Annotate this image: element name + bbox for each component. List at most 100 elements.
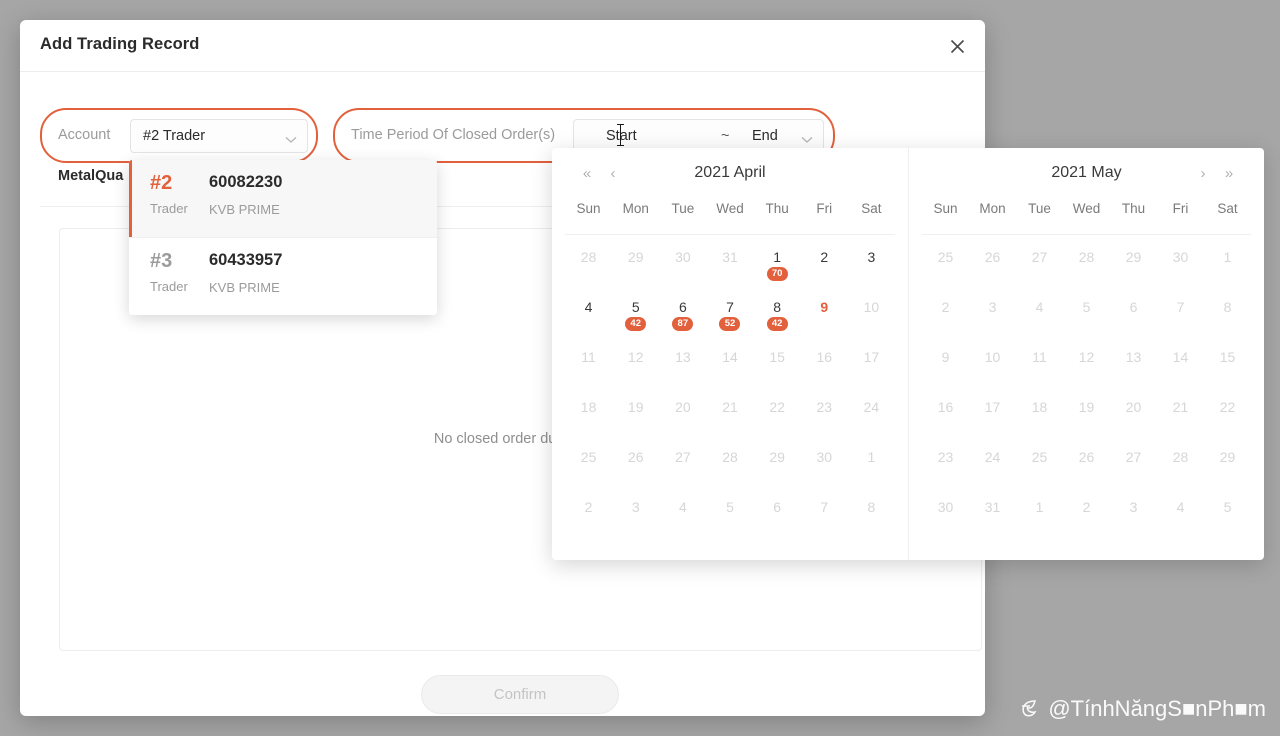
- day-number: 18: [1031, 399, 1048, 415]
- day-number: 7: [820, 499, 829, 515]
- calendar-day-cell[interactable]: 1 70: [754, 241, 801, 291]
- calendar-day-cell: 27: [1110, 441, 1157, 491]
- modal-header: Add Trading Record: [20, 20, 985, 72]
- day-number: 4: [1035, 299, 1044, 315]
- confirm-button[interactable]: Confirm: [421, 675, 619, 714]
- calendar-day-cell: 5: [1204, 491, 1251, 541]
- account-select[interactable]: #2 Trader: [130, 119, 308, 153]
- instrument-label: MetalQua: [58, 168, 124, 184]
- calendar-day-cell: 8: [1204, 291, 1251, 341]
- screen: Add Trading Record MetalQua No closed or…: [0, 0, 1280, 736]
- next-month-icon[interactable]: ›: [1192, 162, 1214, 184]
- day-number: 23: [816, 399, 833, 415]
- weekday-label: Thu: [765, 201, 789, 216]
- account-dropdown-menu: #2 Trader 60082230 KVB PRIME #3 Trader 6…: [129, 160, 437, 315]
- day-number: 1: [773, 249, 782, 265]
- day-number: 3: [631, 499, 640, 515]
- range-start-input[interactable]: Start: [606, 128, 637, 144]
- range-separator: ~: [721, 128, 730, 144]
- leaf-logo-icon: [1016, 696, 1042, 722]
- calendar-day-cell: 19: [612, 391, 659, 441]
- day-number: 31: [984, 499, 1001, 515]
- calendar-day-cell: 24: [969, 441, 1016, 491]
- calendar-day-cell[interactable]: 3: [848, 241, 895, 291]
- day-number: 5: [726, 499, 734, 515]
- day-number: 28: [722, 449, 738, 465]
- calendar-day-cell[interactable]: 4: [565, 291, 612, 341]
- weekday-label: Wed: [1072, 201, 1101, 216]
- weekday-label: Mon: [979, 201, 1006, 216]
- day-number: 20: [675, 399, 691, 415]
- calendar-day-cell: 26: [1063, 441, 1110, 491]
- calendar-grid: 28 29 30 31 1 70 2 3 4 5 42 6 87 7 52 8 42 9 10 11 12 13 14 15 1…: [552, 235, 908, 541]
- day-number: 28: [1172, 449, 1189, 465]
- account-option[interactable]: #2 Trader 60082230 KVB PRIME: [129, 160, 437, 237]
- day-number: 22: [1219, 399, 1236, 415]
- page-title: Add Trading Record: [40, 35, 200, 53]
- day-number: 7: [1176, 299, 1185, 315]
- calendar-day-cell: 18: [1016, 391, 1063, 441]
- calendar-day-cell[interactable]: 6 87: [659, 291, 706, 341]
- chevron-down-icon: [285, 131, 297, 149]
- calendar-day-cell[interactable]: 7 52: [706, 291, 753, 341]
- day-number: 20: [1125, 399, 1142, 415]
- calendar-day-cell: 10: [848, 291, 895, 341]
- weekday-label: Sun: [576, 201, 601, 216]
- calendar-day-cell: 29: [612, 241, 659, 291]
- day-number: 19: [1078, 399, 1095, 415]
- calendar-day-cell: 29: [1110, 241, 1157, 291]
- calendar-day-cell: 28: [1157, 441, 1204, 491]
- day-number: 8: [867, 499, 876, 515]
- day-number: 30: [675, 249, 691, 265]
- day-number: 26: [984, 249, 1001, 265]
- calendar-panel-left: «‹ 2021 April Sun Mon Tue Wed Thu Fri Sat 28 29 30 3…: [552, 148, 908, 560]
- day-number: 2: [941, 299, 950, 315]
- order-count-badge: 42: [625, 317, 647, 331]
- calendar-day-cell[interactable]: 2: [801, 241, 848, 291]
- weekday-label: Fri: [1172, 201, 1189, 216]
- account-rank: #3: [150, 250, 173, 272]
- day-number: 27: [675, 449, 691, 465]
- range-end-input[interactable]: End: [752, 128, 778, 144]
- day-number: 9: [941, 349, 950, 365]
- close-icon[interactable]: [941, 30, 973, 62]
- account-role: Trader: [150, 201, 188, 216]
- day-number: 24: [984, 449, 1001, 465]
- calendar-day-cell: 7: [801, 491, 848, 541]
- day-number: 4: [584, 299, 593, 315]
- calendar-day-cell: 30: [801, 441, 848, 491]
- day-number: 14: [1172, 349, 1189, 365]
- day-number: 6: [773, 499, 782, 515]
- day-number: 9: [820, 299, 829, 315]
- watermark-text: @TínhNăngS■nPh■m: [1048, 696, 1266, 721]
- account-broker: KVB PRIME: [209, 202, 280, 217]
- calendar-day-cell: 17: [969, 391, 1016, 441]
- account-number: 60433957: [209, 251, 283, 269]
- day-number: 31: [722, 249, 738, 265]
- calendar-day-cell: 4: [659, 491, 706, 541]
- order-count-badge: 52: [719, 317, 741, 331]
- calendar-day-cell[interactable]: 8 42: [754, 291, 801, 341]
- day-number: 30: [937, 499, 954, 515]
- day-number: 27: [1125, 449, 1142, 465]
- weekday-label: Sat: [861, 201, 882, 216]
- day-number: 5: [1223, 499, 1232, 515]
- day-number: 2: [820, 249, 829, 265]
- calendar-day-cell[interactable]: 9: [801, 291, 848, 341]
- calendar-day-cell: 26: [969, 241, 1016, 291]
- account-option[interactable]: #3 Trader 60433957 KVB PRIME: [129, 237, 437, 314]
- day-number: 25: [580, 449, 597, 465]
- day-number: 21: [722, 399, 738, 415]
- day-number: 15: [769, 349, 785, 365]
- day-number: 5: [1082, 299, 1091, 315]
- calendar-day-cell: 22: [1204, 391, 1251, 441]
- calendar-day-cell[interactable]: 5 42: [612, 291, 659, 341]
- calendar-day-cell: 27: [659, 441, 706, 491]
- calendar-weekday-row: Sun Mon Tue Wed Thu Fri Sat: [909, 198, 1264, 234]
- calendar-title: 2021 April: [694, 164, 766, 181]
- day-number: 19: [627, 399, 644, 415]
- next-year-icon[interactable]: »: [1218, 162, 1240, 184]
- day-number: 12: [1078, 349, 1095, 365]
- day-number: 29: [1125, 249, 1142, 265]
- calendar-day-cell: 15: [1204, 341, 1251, 391]
